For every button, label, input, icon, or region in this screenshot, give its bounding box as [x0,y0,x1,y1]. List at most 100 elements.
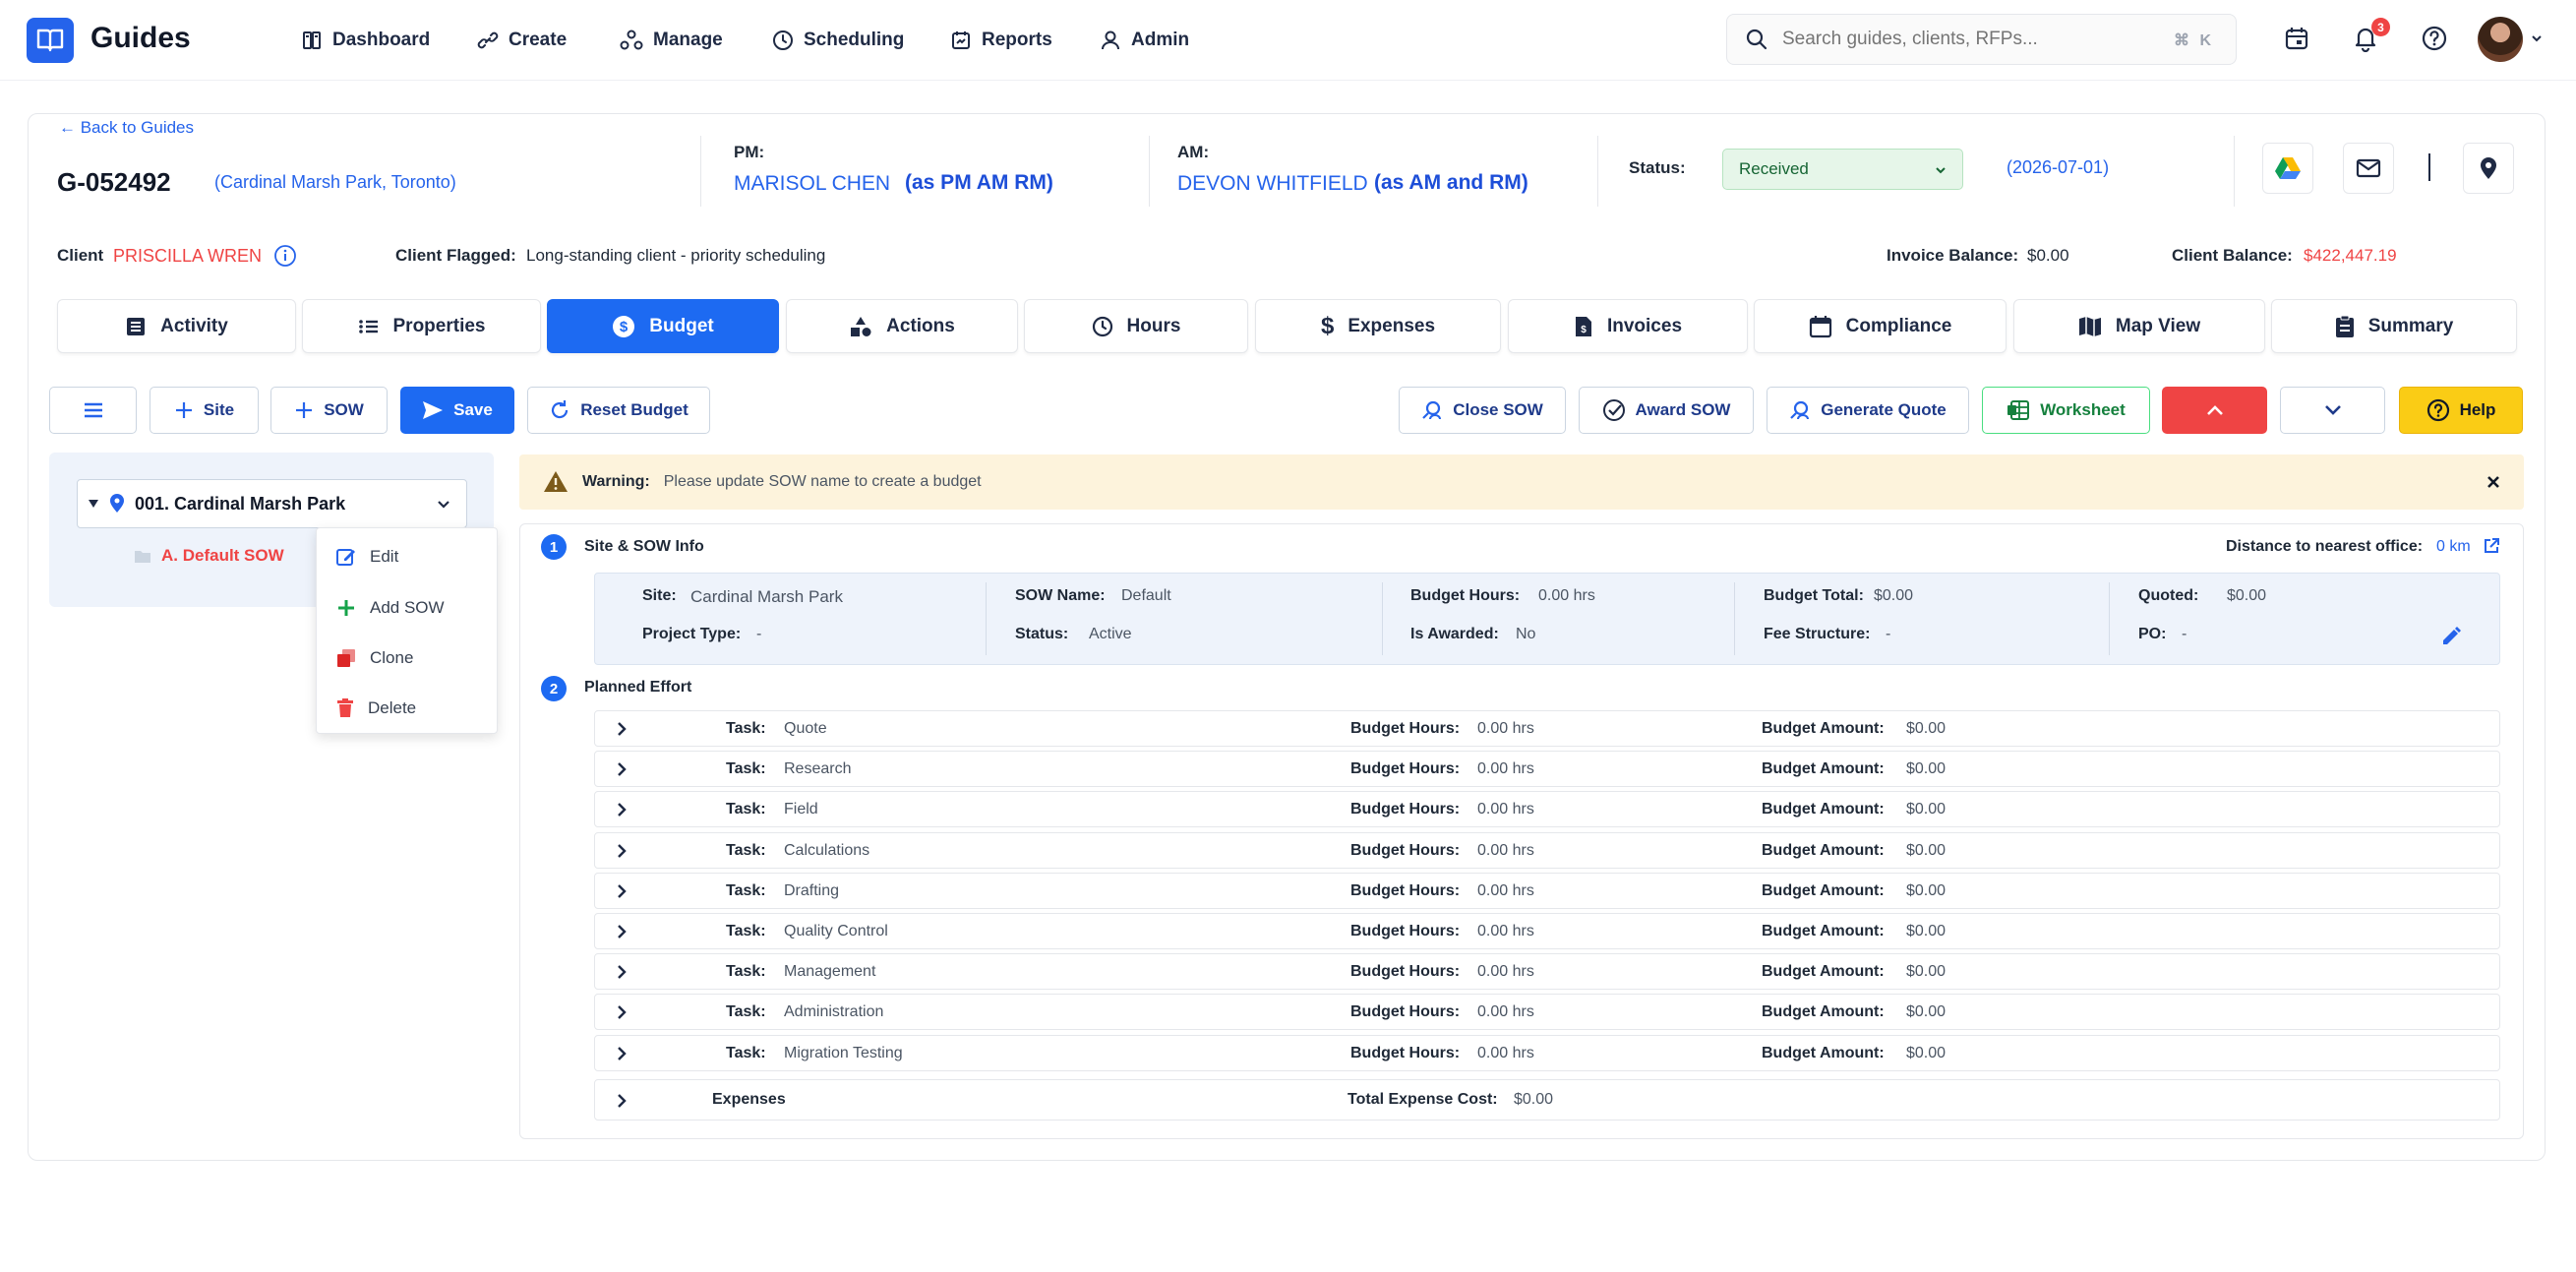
budget-amount-label: Budget Amount: [1762,882,1885,899]
nav-reports[interactable]: Reports [950,26,1052,55]
calendar-icon [2285,28,2308,50]
table-row[interactable]: Task: Drafting Budget Hours: 0.00 hrs Budget… [594,873,2500,909]
distance-label: Distance to nearest office: [2226,538,2424,555]
am-name[interactable]: DEVON WHITFIELD [1177,172,1368,196]
search-input[interactable] [1780,28,2158,51]
sow-name-label: SOW Name: [1015,587,1106,604]
table-row[interactable]: Task: Research Budget Hours: 0.00 hrs Budget… [594,751,2500,787]
project-type-label: Project Type: [642,626,742,642]
divider [986,582,987,655]
worksheet-button[interactable]: Worksheet [1982,387,2150,434]
tab-summary[interactable]: Summary [2271,299,2517,353]
guides-logo-icon[interactable] [27,18,74,63]
chevron-right-icon [618,1005,627,1019]
table-row[interactable]: Task: Management Budget Hours: 0.00 hrs Budg… [594,953,2500,990]
tree-site-node[interactable]: 001. Cardinal Marsh Park [77,479,467,528]
table-row[interactable]: Task: Calculations Budget Hours: 0.00 hrs Bu… [594,832,2500,869]
tab-activity[interactable]: Activity [57,299,296,353]
tab-invoices[interactable]: $ Invoices [1508,299,1748,353]
tab-hours[interactable]: Hours [1024,299,1248,353]
table-row[interactable]: Task: Quality Control Budget Hours: 0.00 hr… [594,913,2500,949]
guide-location[interactable]: (Cardinal Marsh Park, Toronto) [214,172,456,193]
pm-label: PM: [734,143,765,161]
save-button[interactable]: Save [400,387,514,434]
search-bar[interactable]: ⌘ K [1726,14,2237,65]
menu-item-delete[interactable]: Delete [336,694,416,723]
add-sow-button[interactable]: SOW [270,387,388,434]
chevron-down-icon[interactable] [2530,31,2544,45]
clipboard-icon [2335,315,2354,337]
table-row[interactable]: Task: Migration Testing Budget Hours: 0.00 … [594,1035,2500,1071]
chevron-right-icon [618,844,627,858]
tab-map-view[interactable]: Map View [2013,299,2265,353]
task-name: Drafting [784,882,840,899]
divider [700,136,701,207]
budget-hours-value: 0.00 hrs [1477,760,1534,777]
budget-hours-label: Budget Hours: [1350,760,1461,777]
search-user-icon [1422,400,1442,420]
nav-dashboard-label: Dashboard [332,30,431,50]
back-to-guides-link[interactable]: ← Back to Guides [59,118,194,138]
pencil-icon[interactable] [2440,626,2462,647]
nav-manage[interactable]: Manage [620,26,723,55]
close-icon[interactable] [2486,475,2500,489]
budget-hours-label: Budget Hours: [1410,587,1521,604]
budget-total-label: Budget Total: [1764,587,1864,604]
dollar-icon: $ [1320,312,1335,339]
menu-item-edit[interactable]: Edit [336,542,398,572]
location-button[interactable] [2463,143,2514,194]
tab-properties[interactable]: Properties [302,299,541,353]
table-row[interactable]: Task: Quote Budget Hours: 0.00 hrs Budget Am… [594,710,2500,747]
am-role: (as AM and RM) [1374,171,1528,194]
menu-item-add-sow[interactable]: Add SOW [336,593,445,623]
client-name[interactable]: PRISCILLA WREN [113,246,262,267]
menu-toggle-button[interactable] [49,387,137,434]
expenses-row[interactable]: Expenses Total Expense Cost: $0.00 [594,1079,2500,1121]
nav-create[interactable]: Create [477,26,567,55]
list-icon [358,319,378,333]
external-link-icon[interactable] [2483,537,2500,555]
pm-name[interactable]: MARISOL CHEN [734,172,890,196]
tab-budget[interactable]: $ Budget [547,299,779,353]
budget-hours-value: 0.00 hrs [1538,587,1595,604]
tab-actions[interactable]: Actions [786,299,1018,353]
close-sow-button[interactable]: Close SOW [1399,387,1566,434]
nav-create-label: Create [509,30,568,50]
status-select[interactable]: Received [1722,149,1963,190]
table-row[interactable]: Task: Field Budget Hours: 0.00 hrs Budget Am… [594,791,2500,827]
generate-quote-button[interactable]: Generate Quote [1767,387,1969,434]
award-sow-button[interactable]: Award SOW [1579,387,1754,434]
info-icon[interactable] [273,244,297,268]
tab-expenses[interactable]: $ Expenses [1255,299,1501,353]
nav-admin[interactable]: Admin [1100,26,1189,55]
clock-icon [1092,316,1112,336]
tree-sow-node[interactable]: A. Default SOW [134,546,284,566]
add-site-button[interactable]: Site [150,387,259,434]
calendar-button[interactable] [2280,22,2313,55]
distance-value[interactable]: 0 km [2436,538,2471,556]
help-circle-button[interactable] [2418,22,2451,55]
email-button[interactable] [2343,143,2394,194]
task-name: Migration Testing [784,1045,903,1061]
budget-hours-label: Budget Hours: [1350,1003,1461,1020]
nav-dashboard[interactable]: Dashboard [301,26,430,55]
spreadsheet-icon [2007,400,2030,420]
reset-budget-label: Reset Budget [580,400,689,419]
budget-amount-value: $0.00 [1906,801,1947,818]
collapse-up-button[interactable] [2162,387,2267,434]
menu-item-clone[interactable]: Clone [336,643,413,673]
help-button[interactable]: Help [2399,387,2523,434]
status-date: (2026-07-01) [2007,157,2110,177]
brand-name[interactable]: Guides [90,22,191,55]
expand-down-button[interactable] [2280,387,2385,434]
budget-amount-value: $0.00 [1906,760,1947,777]
reset-budget-button[interactable]: Reset Budget [527,387,710,434]
tab-compliance[interactable]: Compliance [1754,299,2007,353]
avatar[interactable] [2478,17,2523,62]
table-row[interactable]: Task: Administration Budget Hours: 0.00 hrs… [594,994,2500,1030]
nav-scheduling[interactable]: Scheduling [772,26,904,55]
invoice-icon: $ [1575,316,1591,336]
status-label: Status: [1629,158,1686,177]
tab-properties-label: Properties [392,315,486,336]
google-drive-button[interactable] [2262,143,2313,194]
